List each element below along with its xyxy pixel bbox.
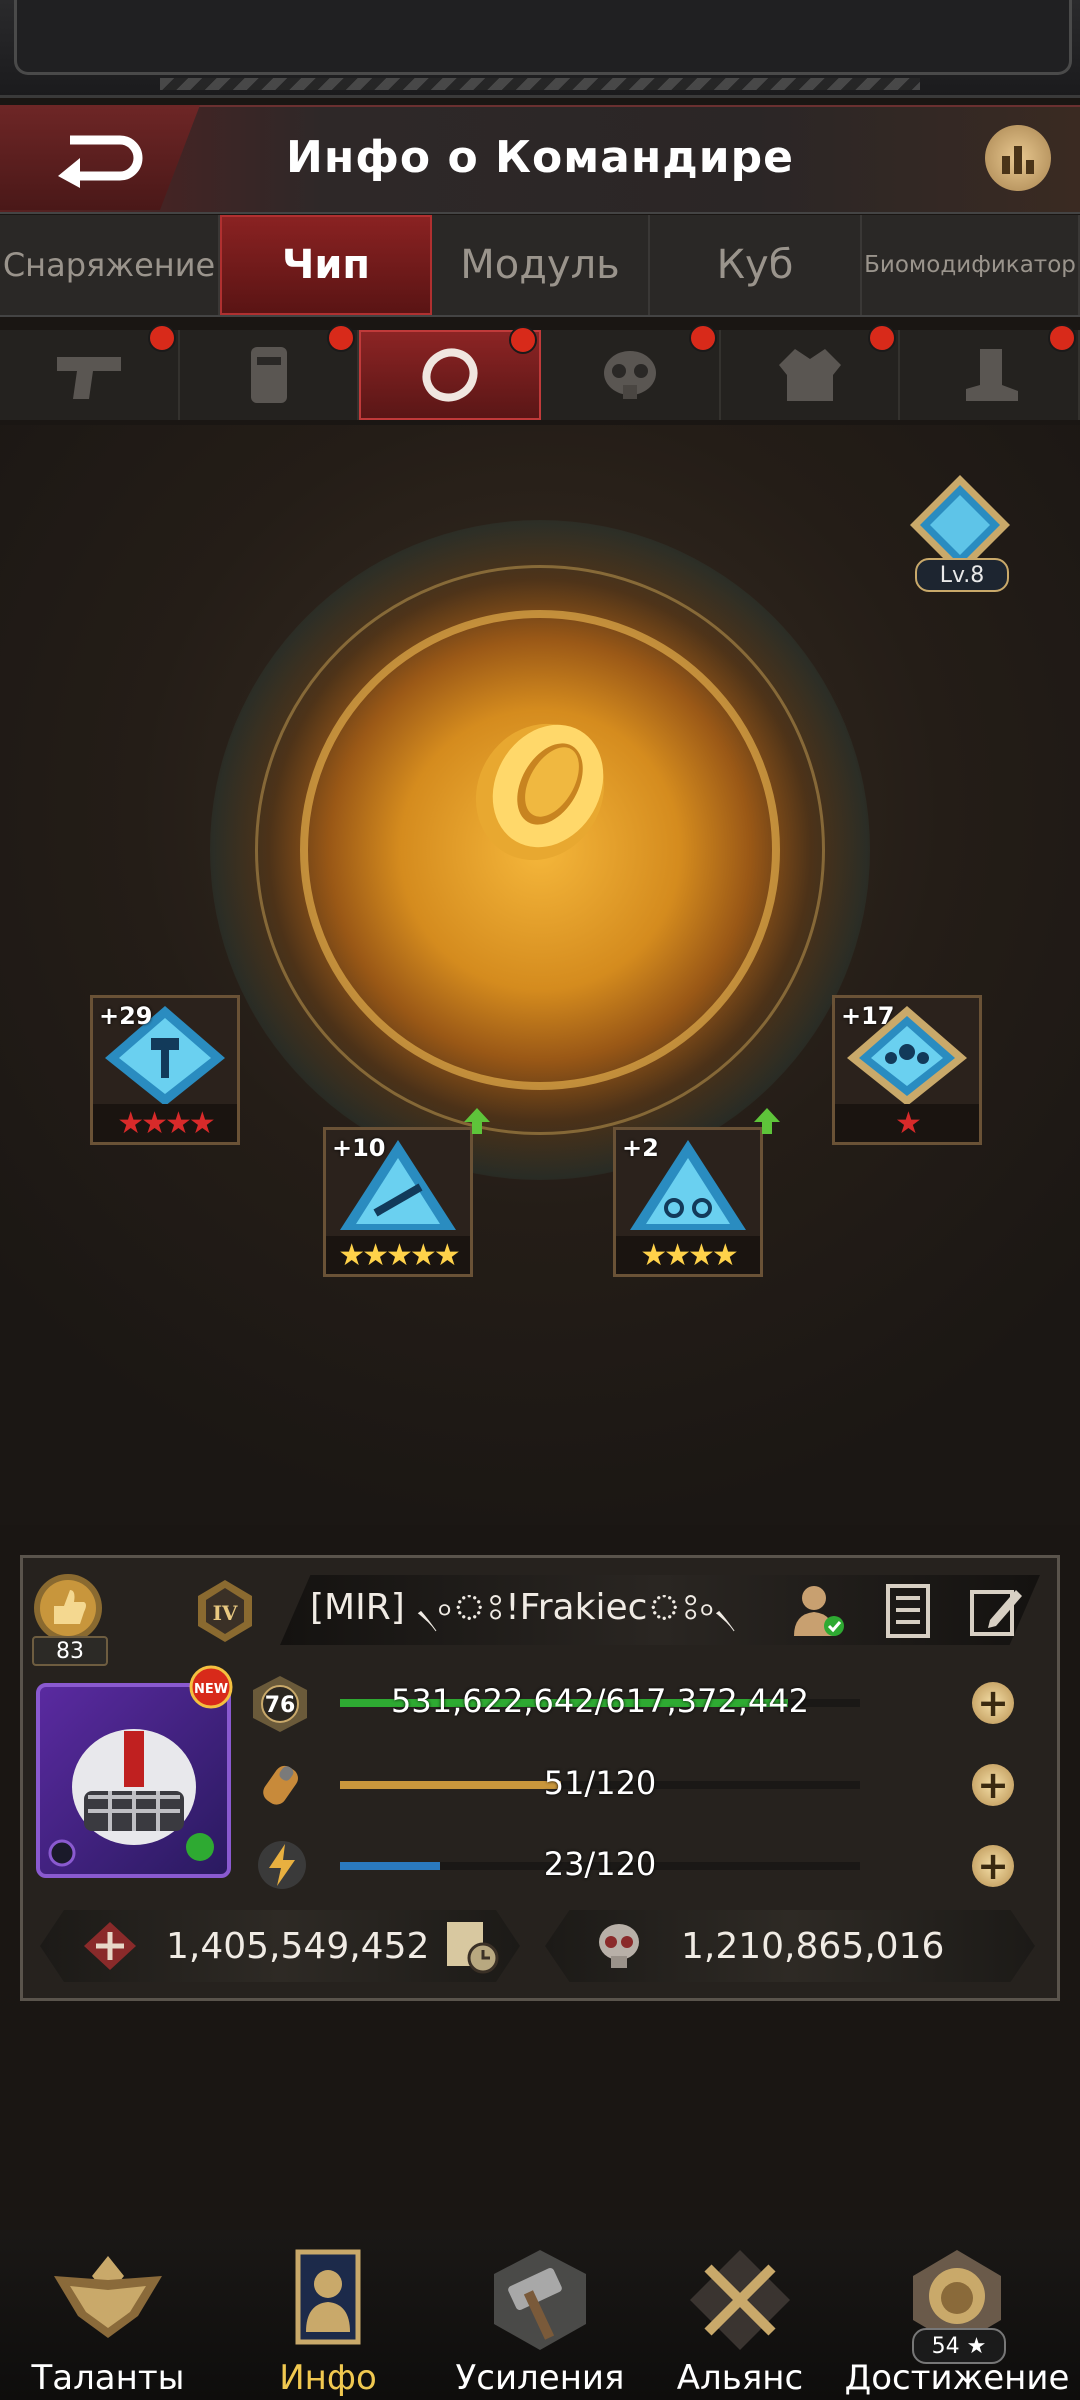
add-stamina-button[interactable]: + [972, 1764, 1014, 1806]
vest-icon [778, 349, 841, 401]
chip-level: +2 [622, 1134, 659, 1162]
stats-button[interactable] [985, 125, 1051, 191]
equipment-slot-bar [0, 324, 1080, 420]
upgrade-arrow-icon [754, 1108, 780, 1134]
power-value: 1,405,549,452 [166, 1925, 430, 1967]
wings-emblem-icon [54, 2256, 162, 2338]
slot-boots[interactable] [900, 324, 1080, 420]
nav-label: Усиления [455, 2358, 625, 2398]
chip-stars: ★★★★ [616, 1236, 760, 1274]
avatar[interactable] [36, 1683, 231, 1878]
notification-dot [688, 324, 717, 352]
achievement-badge: 54 ★ [912, 2328, 1006, 2364]
new-badge-icon: NEW [189, 1665, 233, 1709]
chip-slot-2[interactable]: +10 ★★★★★ [323, 1127, 473, 1277]
energy-bolt-icon [258, 1841, 306, 1889]
level-badge-icon: 76 [253, 1676, 307, 1732]
nav-label: Инфо [279, 2358, 377, 2398]
stamina-potion-icon [263, 1765, 298, 1805]
boot-icon [966, 349, 1019, 401]
slot-helmet[interactable] [180, 324, 360, 420]
nav-boosts[interactable]: Усиления [440, 2245, 640, 2400]
crossed-swords-icon [690, 2250, 790, 2350]
nav-label: Альянс [676, 2358, 804, 2398]
slot-ring[interactable] [359, 326, 542, 420]
add-exp-button[interactable]: + [972, 1682, 1014, 1724]
level-number: 76 [265, 1693, 296, 1718]
kills-value: 1,210,865,016 [681, 1925, 945, 1967]
notification-dot [1048, 324, 1077, 352]
chip-slot-3[interactable]: +2 ★★★★ [613, 1127, 763, 1277]
thumbs-up-rank-icon[interactable] [32, 1572, 104, 1644]
exp-text: 531,622,642/617,372,442 [391, 1682, 809, 1720]
gold-ring-icon[interactable] [440, 700, 640, 880]
add-energy-button[interactable]: + [972, 1845, 1014, 1887]
tab-module[interactable]: Модуль [432, 215, 650, 315]
notification-dot [327, 324, 356, 352]
equipment-level: Lv.8 [915, 558, 1009, 592]
nav-info[interactable]: Инфо [228, 2245, 428, 2400]
hazard-stripe [160, 78, 920, 90]
chip-stars: ★★★★★ [326, 1236, 470, 1274]
slot-mask[interactable] [541, 324, 721, 420]
tab-equipment[interactable]: Снаряжение [0, 215, 220, 315]
chip-stars: ★ [835, 1104, 979, 1142]
edit-icon[interactable] [966, 1580, 1026, 1640]
hammer-boost-icon [494, 2250, 586, 2350]
notification-dot [509, 326, 538, 354]
helmet-icon [250, 347, 287, 403]
profile-verified-icon[interactable] [788, 1580, 848, 1640]
gas-mask-icon [603, 351, 656, 399]
slot-weapon[interactable] [0, 324, 180, 420]
page-title: Инфо о Командире [286, 132, 794, 183]
nav-alliance[interactable]: Альянс [640, 2245, 840, 2400]
tab-biomodifier[interactable]: Биомодификатор [862, 215, 1080, 315]
chip-level: +29 [99, 1002, 153, 1030]
chip-level: +17 [841, 1002, 895, 1030]
football-helmet-icon [48, 1729, 214, 1867]
power-fist-icon [84, 1922, 136, 1970]
nav-label: Достижение [844, 2358, 1070, 2398]
player-name[interactable]: [MIR] ৲৹ঃ!Frakiecঃ৹৲ [310, 1575, 790, 1645]
nav-label: Таланты [31, 2358, 185, 2398]
rank-number: 83 [32, 1636, 108, 1666]
chip-slot-1[interactable]: +29 ★★★★ [90, 995, 240, 1145]
svg-text:NEW: NEW [194, 1682, 228, 1697]
pistol-icon [56, 357, 121, 399]
bar-chart-icon [1002, 146, 1034, 174]
stamina-text: 51/120 [543, 1764, 657, 1802]
power-box[interactable]: 1,405,549,452 [40, 1910, 520, 1982]
energy-text: 23/120 [543, 1845, 657, 1883]
tab-bar: Снаряжение Чип Модуль Куб Биомодификатор [0, 215, 1080, 317]
tab-cube[interactable]: Куб [650, 215, 862, 315]
nav-talents[interactable]: Таланты [8, 2245, 208, 2400]
tab-chip[interactable]: Чип [220, 215, 432, 315]
notification-dot [147, 324, 176, 352]
slot-vest[interactable] [721, 324, 901, 420]
chip-slot-4[interactable]: +17 ★ [832, 995, 982, 1145]
notification-dot [868, 324, 897, 352]
upgrade-arrow-icon [464, 1108, 490, 1134]
kills-box[interactable]: 1,210,865,016 [545, 1910, 1035, 1982]
chip-stars: ★★★★ [93, 1104, 237, 1142]
chip-level: +10 [332, 1134, 386, 1162]
svg-text:IV: IV [213, 1601, 238, 1625]
skull-kills-icon [599, 1924, 639, 1968]
commander-portrait-icon [295, 2249, 361, 2345]
ring-icon [422, 348, 478, 402]
nav-achievements[interactable]: Достижение [845, 2245, 1069, 2400]
tier-badge-icon[interactable]: IV [190, 1576, 260, 1646]
power-history-icon [447, 1922, 499, 1974]
document-icon[interactable] [878, 1580, 938, 1640]
